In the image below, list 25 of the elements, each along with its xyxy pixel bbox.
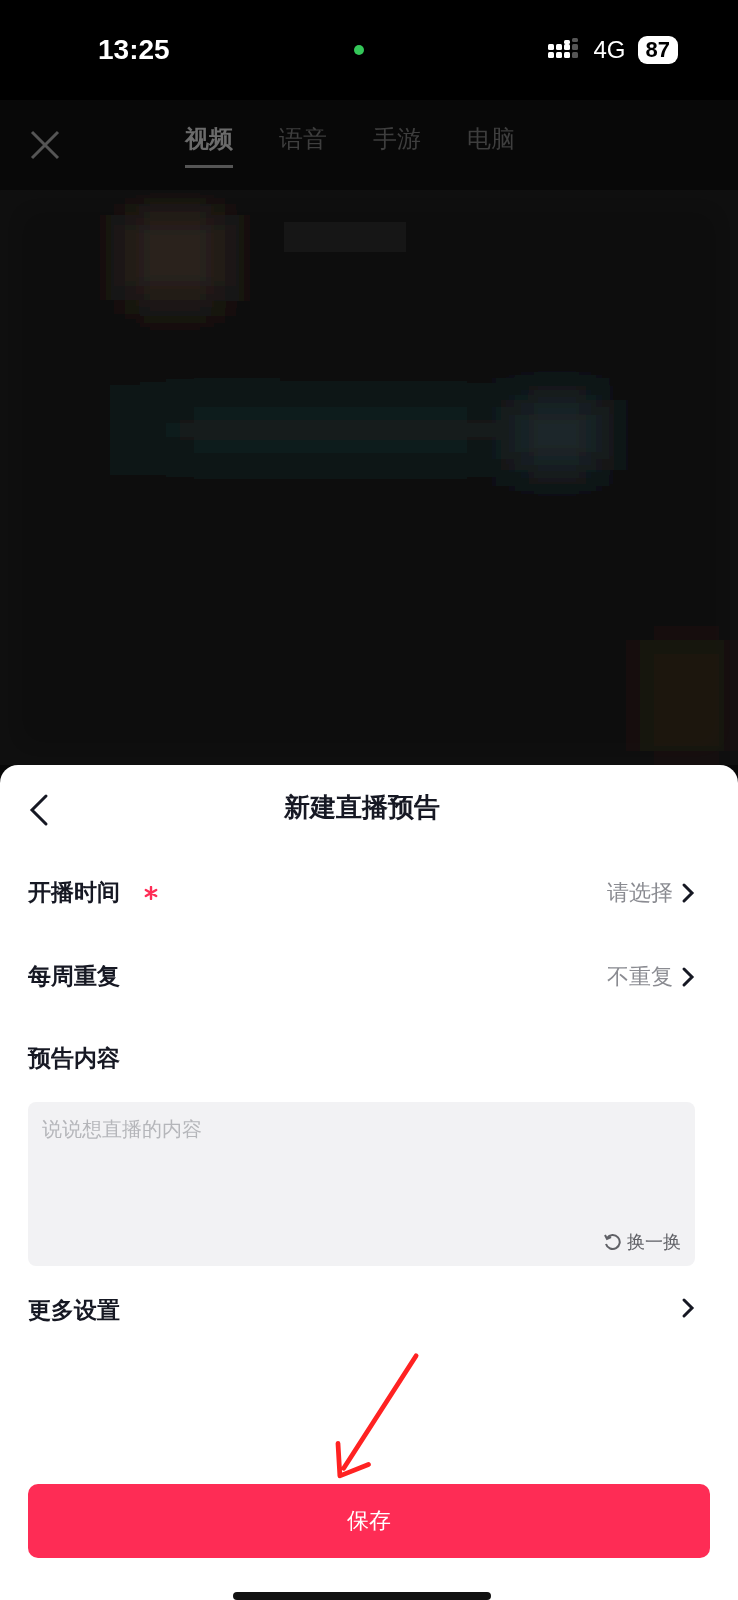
- placeholder: 说说想直播的内容: [42, 1116, 203, 1144]
- sheet-title: 新建直播预告: [283, 791, 440, 825]
- row-label: 每周重复: [28, 962, 120, 992]
- chevron-right-icon: [681, 1297, 695, 1320]
- row-value: 不重复: [607, 962, 673, 991]
- row-label: 更多设置: [28, 1295, 120, 1325]
- refresh-icon: [603, 1233, 621, 1252]
- form-row[interactable]: 更多设置: [28, 1268, 695, 1353]
- form-row[interactable]: 开播时间 请选择: [28, 850, 695, 935]
- network-label: 4G: [593, 36, 626, 64]
- battery-level: 87: [637, 36, 678, 64]
- row-value: 请选择: [607, 878, 673, 907]
- shuffle-button[interactable]: 换一换: [603, 1230, 681, 1255]
- tab[interactable]: 视频: [185, 122, 233, 168]
- camera-indicator-icon: [353, 45, 364, 55]
- row-label: 预告内容: [28, 1044, 120, 1073]
- form-row[interactable]: 每周重复 不重复: [28, 934, 695, 1019]
- content-field[interactable]: 说说想直播的内容 换一换: [28, 1102, 695, 1267]
- status-time: 13:25: [98, 34, 170, 66]
- chevron-right-icon: [681, 881, 695, 904]
- close-icon[interactable]: [30, 130, 60, 160]
- chevron-right-icon: [681, 965, 695, 988]
- back-icon: [28, 793, 50, 827]
- row-label: 开播时间: [28, 878, 120, 908]
- save-button[interactable]: 保存: [28, 1484, 710, 1559]
